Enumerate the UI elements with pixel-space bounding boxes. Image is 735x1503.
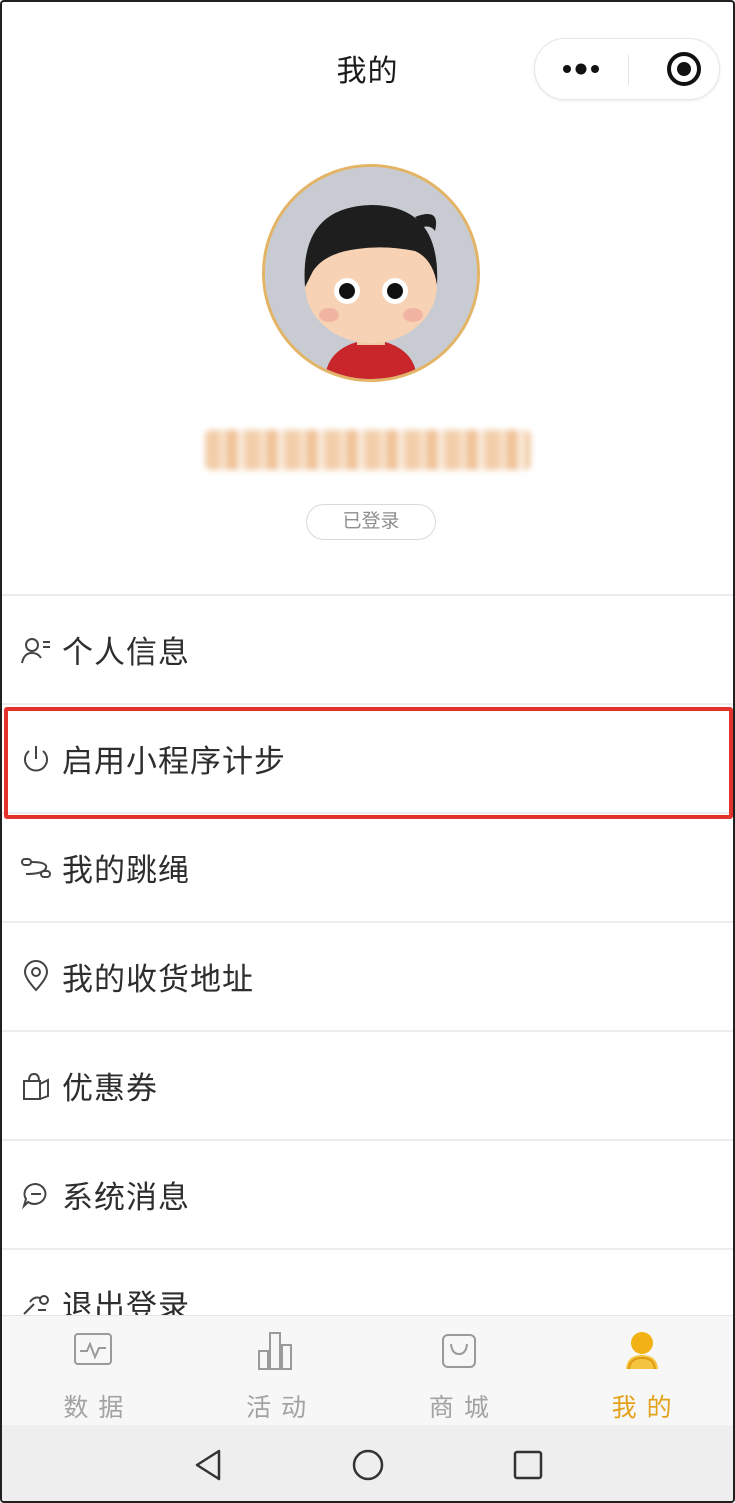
power-icon bbox=[20, 743, 52, 775]
menu-item-coupons[interactable]: 优惠券 bbox=[2, 1032, 733, 1141]
cartoon-avatar-icon bbox=[265, 167, 477, 379]
app-frame: 我的 已登录 个人信息 启用小程序计步 我的跳绳 我的收货地址 优惠券 系统消息… bbox=[0, 0, 735, 1503]
shop-bag-icon bbox=[436, 1328, 482, 1374]
menu-item-system-messages[interactable]: 系统消息 bbox=[2, 1141, 733, 1250]
data-chart-icon bbox=[70, 1328, 116, 1374]
tab-data[interactable]: 数据 bbox=[2, 1316, 185, 1425]
target-icon bbox=[667, 52, 701, 86]
tab-label: 我的 bbox=[611, 1393, 682, 1422]
username-blurred bbox=[205, 430, 531, 470]
activity-bars-icon bbox=[253, 1328, 299, 1374]
menu-list: 个人信息 启用小程序计步 我的跳绳 我的收货地址 优惠券 系统消息 退出登录 bbox=[2, 596, 733, 1359]
header: 我的 bbox=[2, 2, 733, 132]
back-button[interactable] bbox=[188, 1445, 228, 1485]
menu-item-my-jump-rope[interactable]: 我的跳绳 bbox=[2, 814, 733, 923]
home-circle-icon bbox=[352, 1449, 383, 1481]
person-info-icon bbox=[20, 634, 52, 666]
tab-label: 活动 bbox=[246, 1393, 317, 1422]
menu-item-label: 优惠券 bbox=[62, 1071, 158, 1107]
jump-rope-icon bbox=[20, 852, 52, 884]
avatar[interactable] bbox=[262, 164, 480, 382]
menu-item-label: 我的收货地址 bbox=[62, 962, 254, 998]
tab-label: 商城 bbox=[428, 1393, 499, 1422]
message-bubble-icon bbox=[20, 1179, 52, 1211]
recents-button[interactable] bbox=[508, 1445, 548, 1485]
coupon-bag-icon bbox=[20, 1070, 52, 1102]
login-status-badge: 已登录 bbox=[306, 504, 436, 540]
miniprogram-capsule bbox=[534, 38, 720, 100]
close-miniprogram-button[interactable] bbox=[647, 39, 721, 99]
menu-item-shipping-address[interactable]: 我的收货地址 bbox=[2, 923, 733, 1032]
tab-mine[interactable]: 我的 bbox=[550, 1316, 733, 1425]
android-navigation-bar bbox=[2, 1425, 733, 1501]
menu-item-personal-info[interactable]: 个人信息 bbox=[2, 596, 733, 705]
location-pin-icon bbox=[20, 959, 52, 993]
menu-item-label: 启用小程序计步 bbox=[62, 744, 286, 780]
capsule-divider bbox=[628, 55, 629, 85]
tab-label: 数据 bbox=[63, 1393, 134, 1422]
more-dots-icon bbox=[563, 63, 599, 75]
menu-item-label: 系统消息 bbox=[62, 1180, 190, 1216]
tab-shop[interactable]: 商城 bbox=[368, 1316, 551, 1425]
menu-item-label: 个人信息 bbox=[62, 635, 190, 671]
more-button[interactable] bbox=[535, 39, 627, 99]
back-triangle-icon bbox=[195, 1449, 220, 1481]
tab-bar: 数据 活动 商城 我的 bbox=[2, 1315, 733, 1425]
profile-icon bbox=[619, 1328, 665, 1374]
recents-square-icon bbox=[513, 1450, 542, 1480]
tab-activity[interactable]: 活动 bbox=[185, 1316, 368, 1425]
menu-item-label: 我的跳绳 bbox=[62, 853, 190, 889]
home-button[interactable] bbox=[348, 1445, 388, 1485]
menu-item-enable-step-counting[interactable]: 启用小程序计步 bbox=[2, 705, 733, 819]
